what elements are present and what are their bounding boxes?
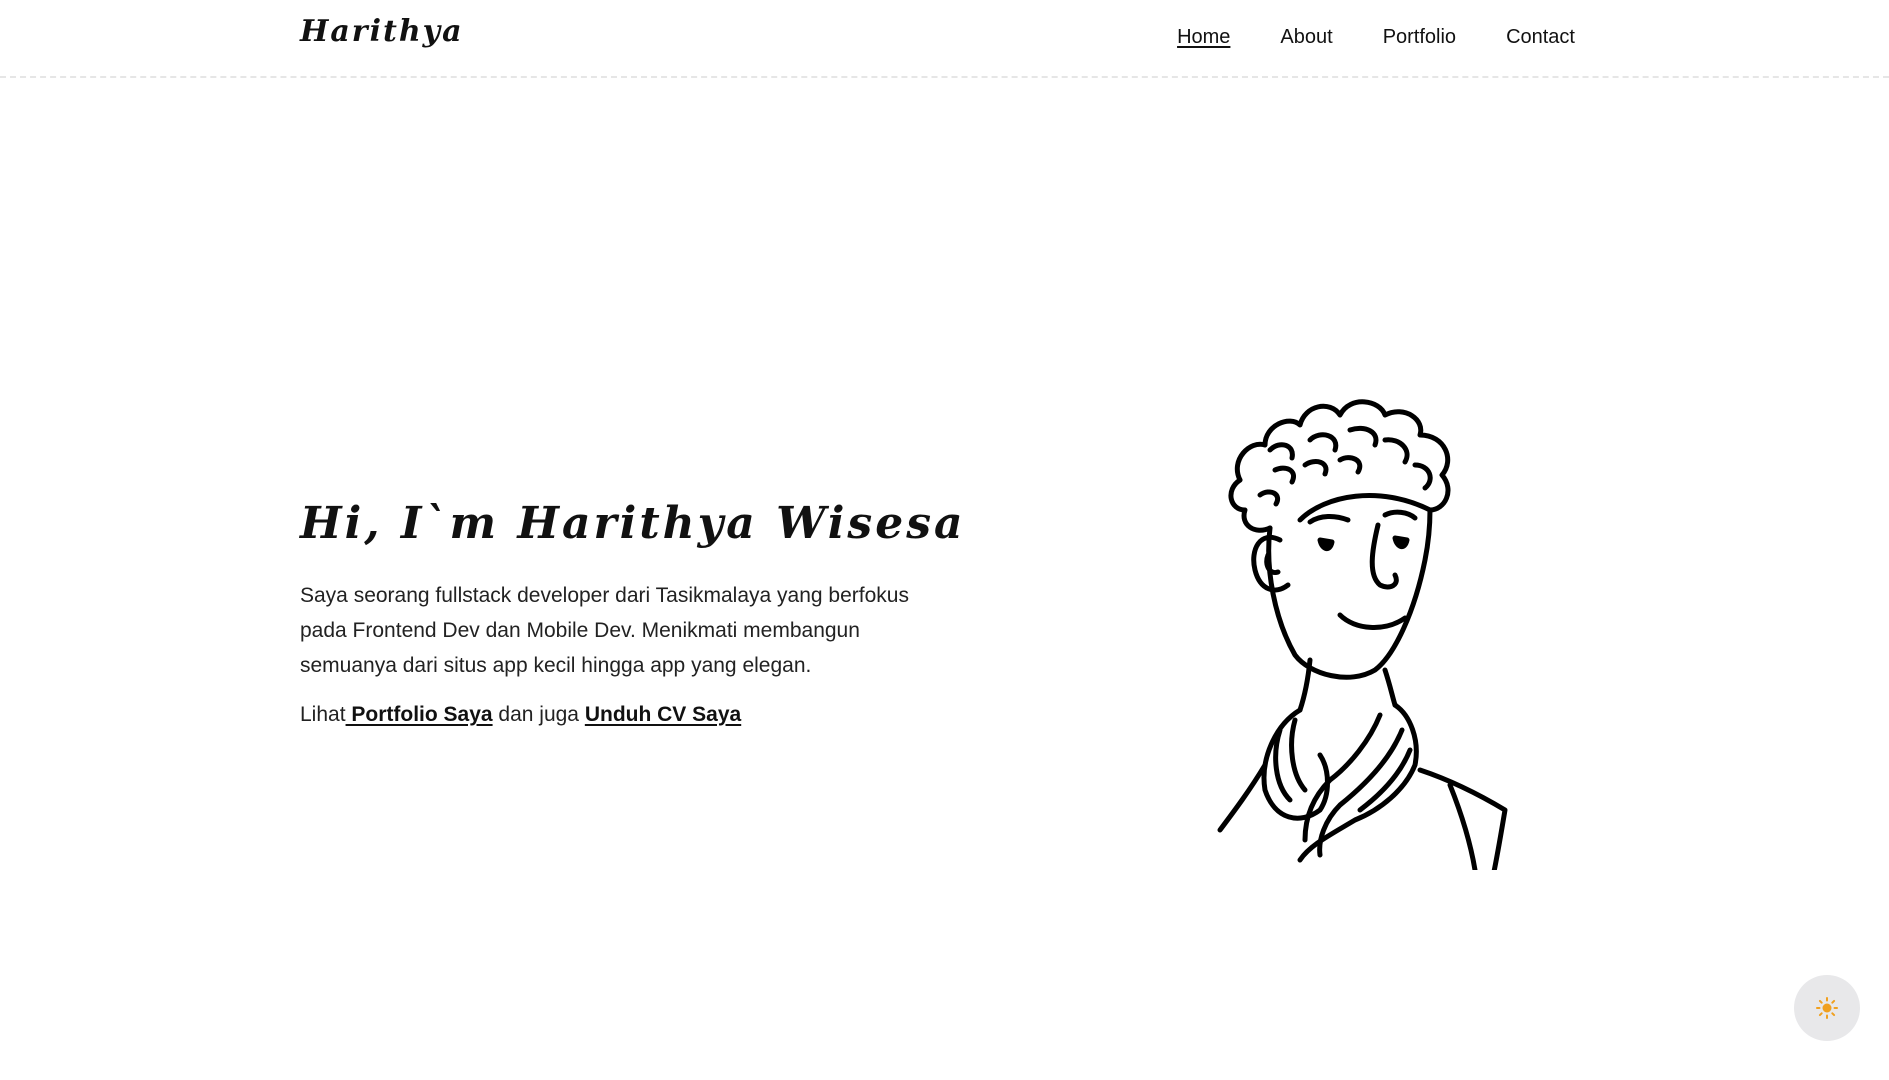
- nav-link-contact[interactable]: Contact: [1506, 26, 1575, 49]
- hero-links: Lihat Portfolio Saya dan juga Unduh CV S…: [300, 703, 741, 727]
- sun-icon: [1816, 997, 1838, 1019]
- nav-link-portfolio[interactable]: Portfolio: [1383, 26, 1456, 49]
- nav-menu: Home About Portfolio Contact: [1177, 26, 1575, 49]
- links-middle: dan juga: [492, 703, 585, 726]
- portfolio-link[interactable]: Portfolio Saya: [346, 703, 492, 726]
- nav-link-about[interactable]: About: [1280, 26, 1332, 49]
- site-logo[interactable]: Harithya: [300, 14, 464, 49]
- avatar-illustration: [1217, 399, 1508, 870]
- links-prefix: Lihat: [300, 703, 346, 726]
- nav-link-home[interactable]: Home: [1177, 26, 1230, 49]
- theme-toggle-button[interactable]: [1794, 975, 1860, 1041]
- hero-title: Hi, I`m Harithya Wisesa: [300, 498, 966, 549]
- navbar: Harithya Home About Portfolio Contact: [0, 0, 1889, 78]
- download-cv-link[interactable]: Unduh CV Saya: [585, 703, 741, 726]
- hero-description: Saya seorang fullstack developer dari Ta…: [300, 584, 909, 677]
